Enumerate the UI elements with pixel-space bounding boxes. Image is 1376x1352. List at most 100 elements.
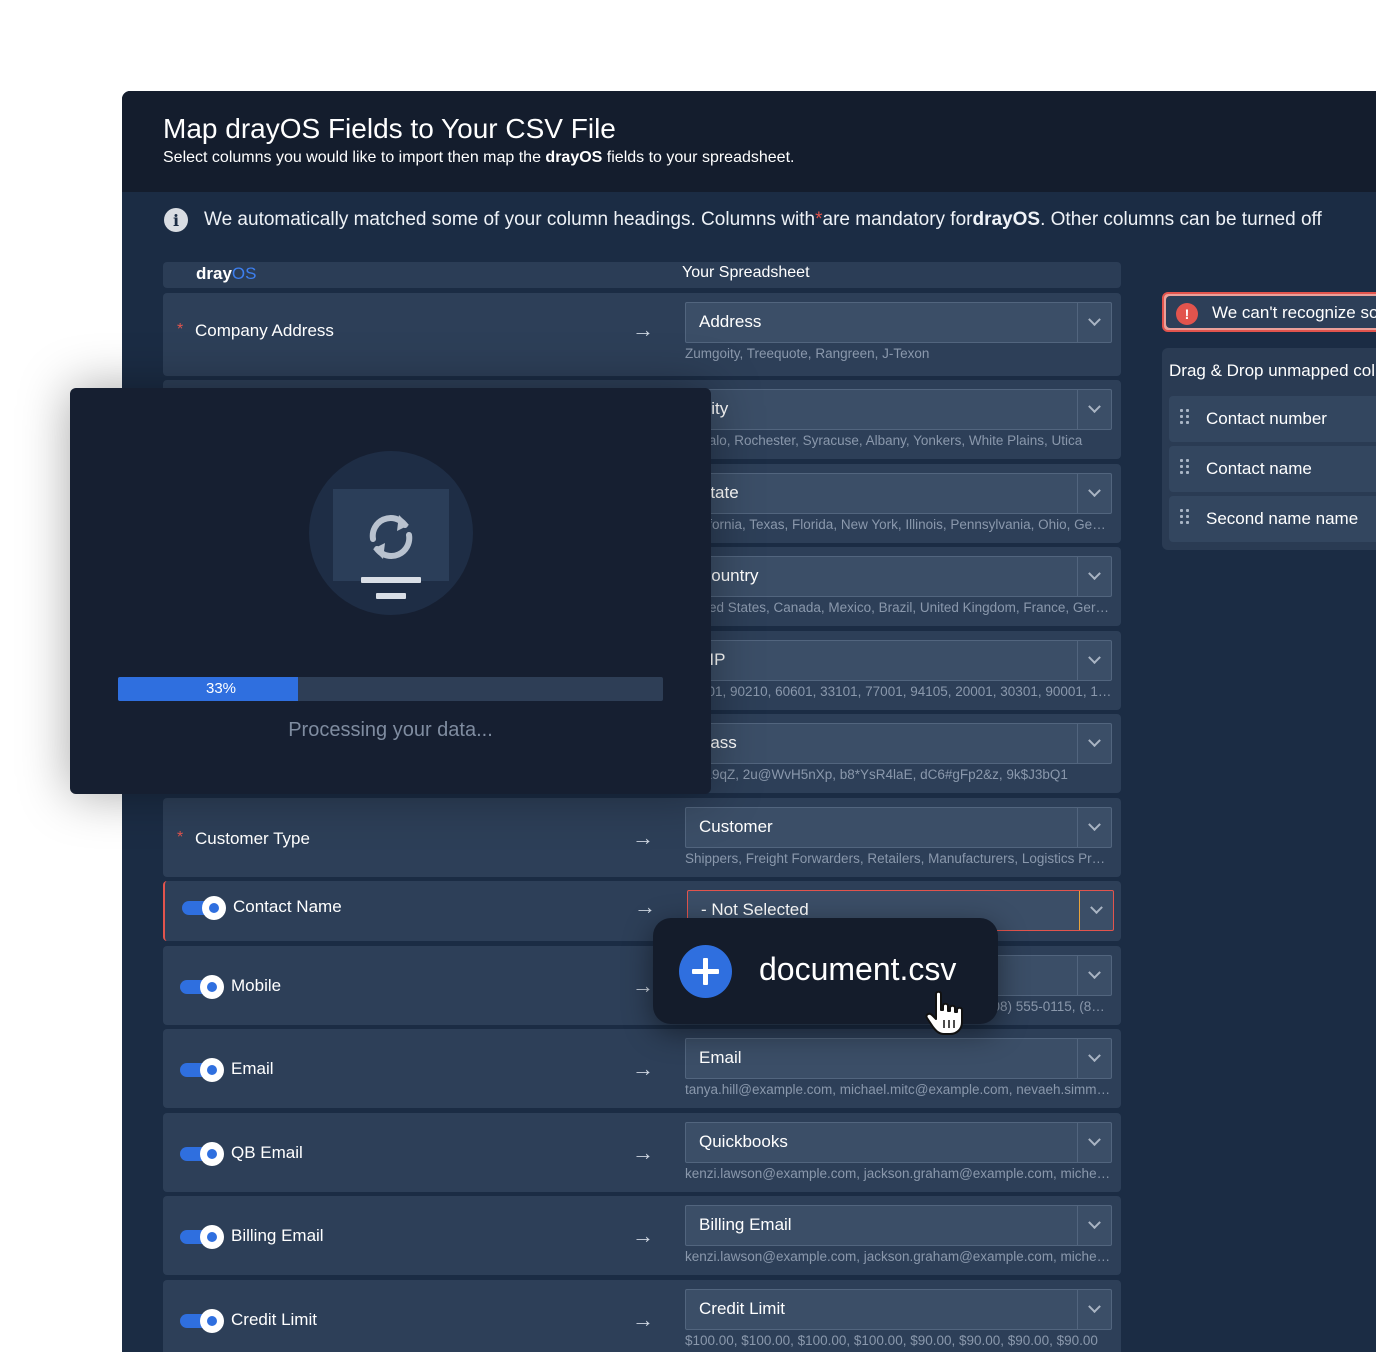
field-toggle[interactable] bbox=[180, 975, 224, 999]
sample-values: $100.00, $100.00, $100.00, $100.00, $90.… bbox=[685, 1333, 1098, 1348]
table-header: drayOS Your Spreadsheet bbox=[163, 262, 1121, 288]
mapping-row-billing-email: Billing Email → Billing Email kenzi.lawso… bbox=[163, 1196, 1121, 1275]
info-text-end: . Other columns can be turned off bbox=[1040, 209, 1322, 230]
sample-values: United States, Canada, Mexico, Brazil, U… bbox=[685, 600, 1112, 615]
alert-icon: ! bbox=[1176, 303, 1198, 325]
field-label: Contact Name bbox=[233, 897, 342, 916]
subtitle-text: Select columns you would like to import … bbox=[163, 149, 546, 166]
column-select[interactable]: Address bbox=[685, 302, 1112, 343]
sample-values: kenzi.lawson@example.com, jackson.graham… bbox=[685, 1249, 1112, 1264]
file-name: document.csv bbox=[759, 951, 957, 987]
sample-values: Buffalo, Rochester, Syracuse, Albany, Yo… bbox=[685, 433, 1083, 448]
column-select[interactable]: Country bbox=[685, 556, 1112, 597]
info-icon: i bbox=[164, 208, 188, 232]
chevron-down-icon[interactable] bbox=[1077, 724, 1111, 763]
brand-dray: dray bbox=[196, 264, 232, 283]
column-select[interactable]: City bbox=[685, 389, 1112, 430]
column-select[interactable]: Email bbox=[685, 1038, 1112, 1079]
processing-dialog: 33% Processing your data... bbox=[70, 388, 711, 794]
column-select[interactable]: Customer bbox=[685, 807, 1112, 848]
field-toggle[interactable] bbox=[180, 1058, 224, 1082]
field-toggle[interactable] bbox=[180, 1225, 224, 1249]
page-title: Map drayOS Fields to Your CSV File bbox=[163, 113, 616, 144]
chevron-down-icon[interactable] bbox=[1079, 891, 1113, 930]
progress-bar: 33% bbox=[118, 677, 663, 701]
field-label: Billing Email bbox=[231, 1226, 324, 1245]
chip-label: Contact name bbox=[1206, 459, 1312, 478]
info-text: We automatically matched some of your co… bbox=[204, 209, 816, 230]
unmapped-column-chip[interactable]: Contact name bbox=[1169, 446, 1376, 492]
select-value: Email bbox=[699, 1048, 742, 1067]
chip-label: Contact number bbox=[1206, 409, 1327, 428]
chevron-down-icon[interactable] bbox=[1077, 1039, 1111, 1078]
arrow-right-icon: → bbox=[632, 825, 654, 850]
chevron-down-icon[interactable] bbox=[1077, 808, 1111, 847]
subtitle-brand: drayOS bbox=[545, 149, 603, 166]
chevron-down-icon[interactable] bbox=[1077, 1206, 1111, 1245]
column-select[interactable]: Pass bbox=[685, 723, 1112, 764]
sync-illustration bbox=[309, 451, 473, 615]
field-label: Email bbox=[231, 1059, 274, 1078]
subtitle-text-end: fields to your spreadsheet. bbox=[602, 149, 795, 166]
info-banner: i We automatically matched some of your … bbox=[164, 207, 1322, 233]
drag-handle-icon[interactable] bbox=[1180, 459, 1190, 477]
arrow-right-icon: → bbox=[632, 1307, 654, 1332]
column-header-spreadsheet: Your Spreadsheet bbox=[682, 264, 810, 281]
field-label: Company Address bbox=[195, 321, 334, 340]
drag-handle-icon[interactable] bbox=[1180, 509, 1190, 527]
select-value: Credit Limit bbox=[699, 1299, 785, 1318]
chip-label: Second name name bbox=[1206, 509, 1359, 528]
processing-message: Processing your data... bbox=[288, 719, 493, 741]
chevron-down-icon[interactable] bbox=[1077, 1290, 1111, 1329]
sync-icon bbox=[369, 515, 413, 559]
select-value: Customer bbox=[699, 817, 773, 836]
arrow-right-icon: → bbox=[632, 1223, 654, 1248]
mapping-row-customer-type: * Customer Type → Customer Shippers, Freig… bbox=[163, 798, 1121, 877]
select-value: Quickbooks bbox=[699, 1132, 788, 1151]
warning-text: We can't recognize some columns bbox=[1212, 303, 1376, 322]
field-label: Mobile bbox=[231, 976, 282, 995]
page-header: Map drayOS Fields to Your CSV File Selec… bbox=[122, 91, 1376, 192]
arrow-right-icon: → bbox=[632, 973, 654, 998]
plus-icon bbox=[679, 945, 732, 998]
page-subtitle: Select columns you would like to import … bbox=[163, 149, 794, 167]
column-select[interactable]: Credit Limit bbox=[685, 1289, 1112, 1330]
hand-pointer-icon bbox=[925, 990, 963, 1035]
drag-handle-icon[interactable] bbox=[1180, 409, 1190, 427]
mapping-row-credit-limit: Credit Limit → Credit Limit $100.00, $100… bbox=[163, 1280, 1121, 1352]
required-star: * bbox=[815, 209, 823, 230]
unmapped-column-chip[interactable]: Contact number bbox=[1169, 396, 1376, 442]
brand-logo: drayOS bbox=[196, 264, 256, 284]
required-star: * bbox=[177, 829, 184, 846]
field-toggle[interactable] bbox=[180, 1309, 224, 1333]
sample-values: 10001, 90210, 60601, 33101, 77001, 94105… bbox=[685, 684, 1112, 699]
unmapped-column-chip[interactable]: Second name name bbox=[1169, 496, 1376, 542]
arrow-right-icon: → bbox=[632, 317, 654, 342]
chevron-down-icon[interactable] bbox=[1077, 303, 1111, 342]
field-label: QB Email bbox=[231, 1143, 303, 1162]
field-label: Customer Type bbox=[195, 829, 310, 848]
field-toggle[interactable] bbox=[182, 896, 226, 920]
chevron-down-icon[interactable] bbox=[1077, 956, 1111, 995]
brand-os: OS bbox=[231, 264, 257, 283]
field-toggle[interactable] bbox=[180, 1142, 224, 1166]
arrow-right-icon: → bbox=[632, 1056, 654, 1081]
sample-values: tanya.hill@example.com, michael.mitc@exa… bbox=[685, 1082, 1112, 1097]
chevron-down-icon[interactable] bbox=[1077, 390, 1111, 429]
chevron-down-icon[interactable] bbox=[1077, 474, 1111, 513]
mapping-row-company-address: * Company Address → Address Zumgoity, Tree… bbox=[163, 293, 1121, 376]
unmapped-columns-panel: Drag & Drop unmapped columns Contact num… bbox=[1162, 348, 1376, 550]
document-line bbox=[376, 593, 406, 599]
chevron-down-icon[interactable] bbox=[1077, 641, 1111, 680]
mapping-row-email: Email → Email tanya.hill@example.com, mic… bbox=[163, 1029, 1121, 1108]
column-select[interactable]: ZIP bbox=[685, 640, 1112, 681]
column-select[interactable]: Quickbooks bbox=[685, 1122, 1112, 1163]
chevron-down-icon[interactable] bbox=[1077, 1123, 1111, 1162]
column-select[interactable]: Billing Email bbox=[685, 1205, 1112, 1246]
progress-label: 33% bbox=[205, 680, 237, 697]
column-select[interactable]: State bbox=[685, 473, 1112, 514]
warning-banner: ! We can't recognize some columns bbox=[1162, 292, 1376, 332]
select-value: - Not Selected bbox=[701, 900, 809, 919]
unmapped-panel-title: Drag & Drop unmapped columns bbox=[1169, 361, 1376, 380]
chevron-down-icon[interactable] bbox=[1077, 557, 1111, 596]
